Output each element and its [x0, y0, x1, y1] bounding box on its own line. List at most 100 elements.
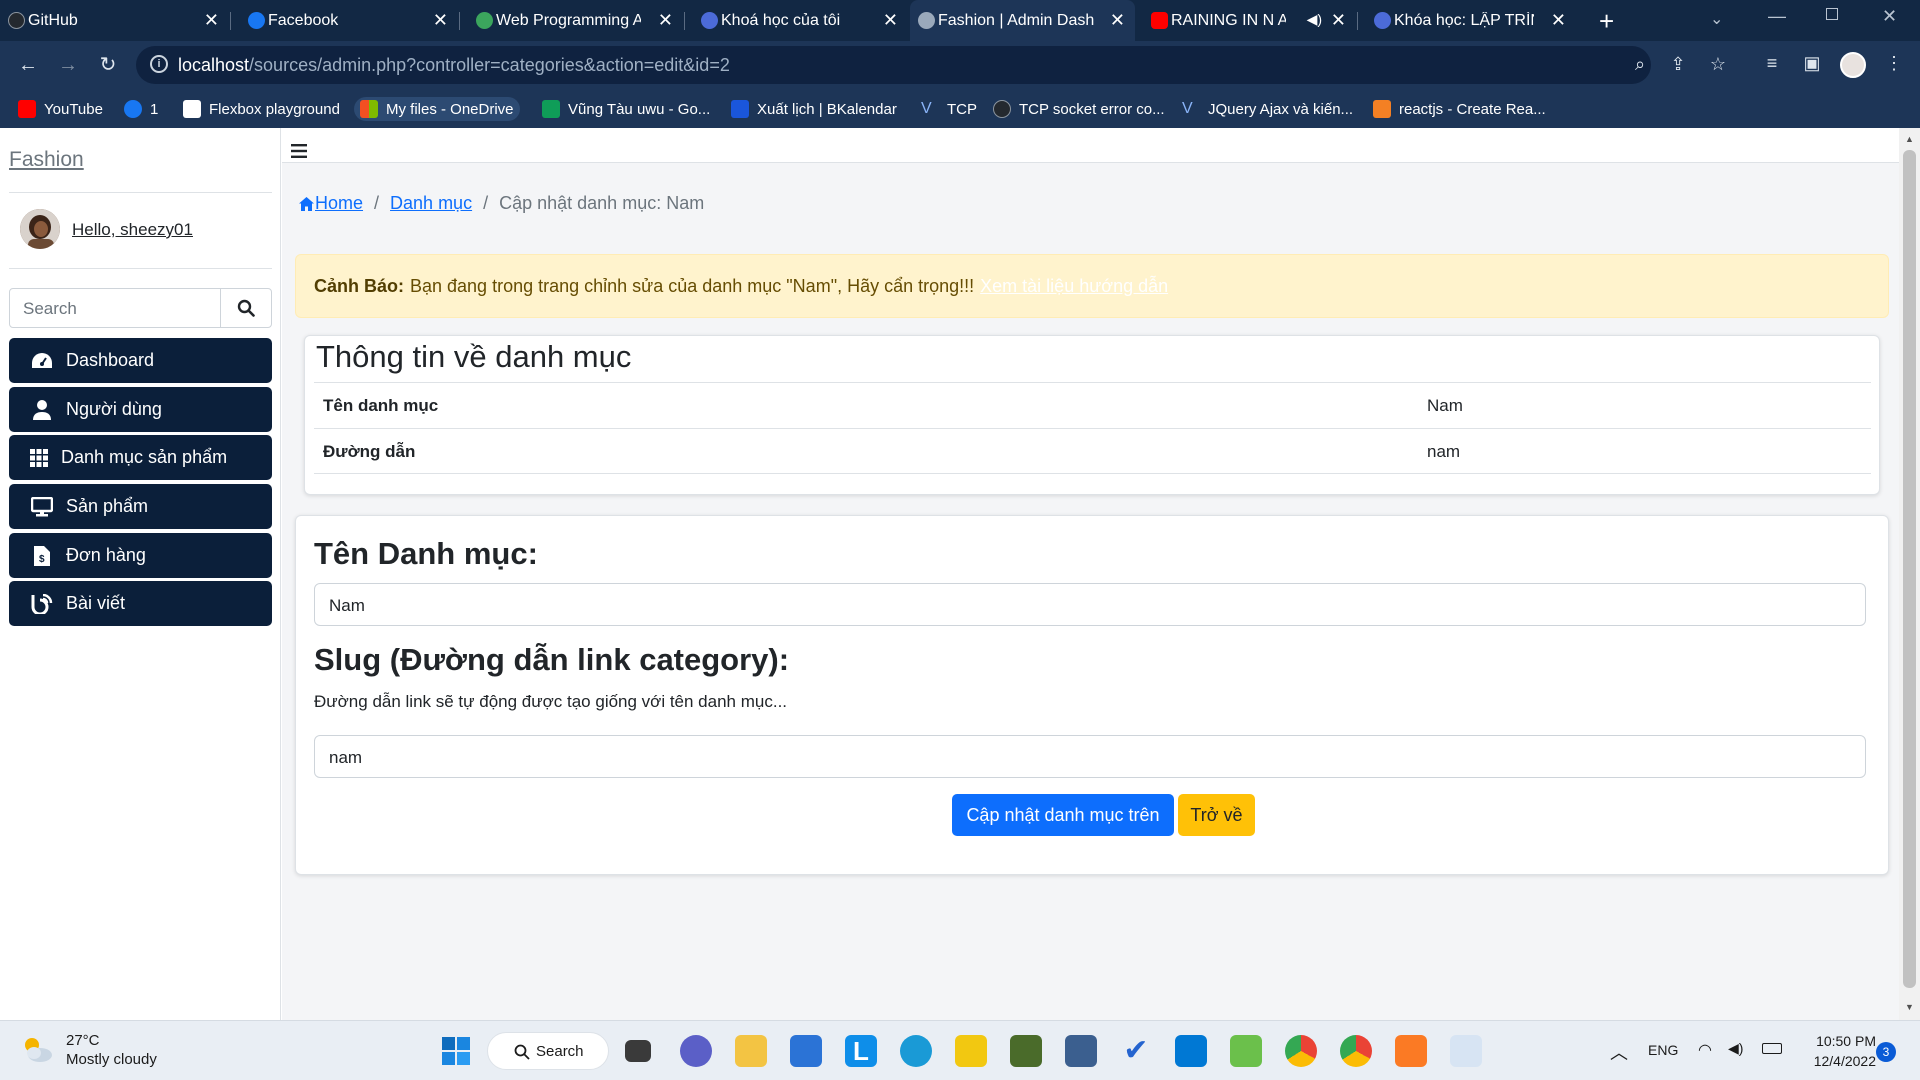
pen-tool-icon[interactable] [1010, 1035, 1042, 1067]
bookmark-tcp-socket[interactable]: TCP socket error co... [993, 97, 1165, 121]
bookmark-jquery[interactable]: V JQuery Ajax và kiến... [1182, 97, 1353, 121]
reload-icon[interactable]: ↻ [94, 51, 122, 79]
top-navbar [282, 128, 1899, 163]
network-tool-icon[interactable] [1065, 1035, 1097, 1067]
tab-khoa-hoc[interactable]: Khoá học của tôi ✕ [693, 0, 908, 41]
taskbar-search[interactable]: Search [487, 1032, 609, 1070]
close-icon[interactable]: ✕ [433, 10, 448, 31]
chevron-down-icon[interactable]: ⌄ [1710, 9, 1723, 29]
tab-web-programming[interactable]: Web Programming As ✕ [468, 0, 683, 41]
alert-prefix: Cảnh Báo: [314, 275, 404, 296]
start-icon[interactable] [440, 1035, 472, 1067]
maximize-icon[interactable] [1826, 8, 1838, 20]
bookmark-facebook[interactable]: 1 [124, 97, 158, 121]
category-name-input[interactable]: Nam [314, 583, 1866, 626]
cloud-sun-icon [25, 1038, 52, 1062]
edge-icon[interactable] [900, 1035, 932, 1067]
wifi-icon[interactable]: ◠ [1698, 1040, 1712, 1060]
minimize-icon[interactable]: — [1768, 6, 1786, 27]
sidebar-item-posts[interactable]: Bài viết [9, 581, 272, 626]
reading-list-icon[interactable]: ≡ [1760, 53, 1784, 77]
bookmark-youtube[interactable]: YouTube [18, 97, 103, 121]
update-category-button[interactable]: Cập nhật danh mục trên [952, 794, 1174, 836]
new-tab-icon[interactable]: + [1599, 6, 1614, 37]
xampp-icon[interactable] [1395, 1035, 1427, 1067]
sidebar-item-dashboard[interactable]: Dashboard [9, 338, 272, 383]
hamburger-menu-icon[interactable] [291, 144, 307, 158]
bookmark-onedrive[interactable]: My files - OneDrive [354, 97, 520, 121]
bookmark-tcp[interactable]: V TCP [921, 97, 977, 121]
search-button[interactable] [220, 289, 271, 327]
teams-chat-icon[interactable] [680, 1035, 712, 1067]
tab-title: Web Programming As [496, 11, 641, 29]
alert-docs-link[interactable]: Xem tài liệu hướng dẫn [980, 276, 1168, 297]
row-value: nam [1427, 442, 1461, 461]
sidebar-item-categories[interactable]: Danh mục sản phẩm [9, 435, 272, 480]
back-arrow-icon[interactable]: ← [14, 51, 42, 79]
jetbrains-icon[interactable] [1230, 1035, 1262, 1067]
forward-arrow-icon[interactable]: → [54, 51, 82, 79]
todo-check-icon[interactable]: ✔ [1120, 1035, 1152, 1067]
tab-fashion-admin[interactable]: Fashion | Admin Dash ✕ [910, 0, 1135, 41]
tab-github[interactable]: GitHub ✕ [0, 0, 229, 41]
breadcrumb-home[interactable]: Home [315, 193, 363, 214]
search-placeholder: Search [23, 299, 77, 318]
bookmark-vung-tau[interactable]: Vũng Tàu uwu - Go... [542, 97, 710, 121]
app-l-icon[interactable]: L [845, 1035, 877, 1067]
notification-badge[interactable]: 3 [1876, 1042, 1896, 1062]
close-icon[interactable]: ✕ [1551, 10, 1566, 31]
sidebar-item-products[interactable]: Sản phẩm [9, 484, 272, 529]
vscode-icon[interactable] [1175, 1035, 1207, 1067]
breadcrumb-categories[interactable]: Danh mục [390, 193, 472, 214]
search-input[interactable]: Search [9, 288, 272, 328]
address-bar[interactable]: i localhost/sources/admin.php?controller… [136, 46, 1726, 84]
close-icon[interactable]: ✕ [204, 10, 219, 31]
zoom-icon[interactable]: ⌕ [1629, 54, 1651, 76]
profile-avatar[interactable] [1840, 52, 1866, 78]
kebab-menu-icon[interactable]: ⋮ [1882, 53, 1906, 77]
battery-icon[interactable] [1762, 1043, 1782, 1054]
sidebar-item-orders[interactable]: $ Đơn hàng [9, 533, 272, 578]
scrollbar-thumb[interactable] [1903, 150, 1916, 988]
scroll-up-icon[interactable]: ▲ [1905, 134, 1914, 144]
close-icon[interactable]: ✕ [883, 10, 898, 31]
back-button[interactable]: Trở về [1178, 794, 1255, 836]
info-icon[interactable]: i [150, 55, 168, 73]
chevron-up-icon[interactable]: ︿ [1610, 1039, 1628, 1065]
sidebar-item-label: Đơn hàng [66, 545, 146, 565]
bookmark-reactjs[interactable]: reactjs - Create Rea... [1373, 97, 1546, 121]
side-panel-icon[interactable]: ▣ [1800, 53, 1824, 77]
scroll-down-icon[interactable]: ▼ [1905, 1002, 1914, 1012]
sidebar-item-users[interactable]: Người dùng [9, 387, 272, 432]
bookmark-bkalendar[interactable]: Xuất lịch | BKalendar [731, 97, 897, 121]
close-icon[interactable]: ✕ [1110, 10, 1125, 31]
star-icon[interactable]: ☆ [1707, 54, 1729, 76]
system-clock[interactable]: 10:50 PM 12/4/2022 [1806, 1031, 1876, 1071]
weather-condition: Mostly cloudy [66, 1051, 157, 1068]
weather-widget[interactable]: 27°C Mostly cloudy [20, 1031, 157, 1069]
bookmark-flexbox[interactable]: Flexbox playground [183, 97, 340, 121]
chrome-profile-icon[interactable] [1340, 1035, 1372, 1067]
share-icon[interactable]: ⇪ [1667, 54, 1689, 76]
speaker-icon[interactable]: ◀) [1307, 11, 1322, 28]
language-indicator[interactable]: ENG [1648, 1042, 1678, 1058]
tab-youtube-music[interactable]: RAINING IN N A ◀) ✕ [1143, 0, 1356, 41]
task-view-icon[interactable] [625, 1040, 651, 1062]
page-scrollbar[interactable]: ▲ ▼ [1899, 128, 1920, 1020]
tab-facebook[interactable]: Facebook ✕ [240, 0, 458, 41]
user-greeting[interactable]: Hello, sheezy01 [72, 220, 193, 240]
volume-icon[interactable]: ◀) [1728, 1040, 1743, 1057]
slug-input[interactable]: nam [314, 735, 1866, 778]
close-icon[interactable]: ✕ [1331, 10, 1346, 31]
url-text[interactable]: localhost/sources/admin.php?controller=c… [178, 55, 730, 76]
microsoft-store-icon[interactable] [790, 1035, 822, 1067]
power-bi-icon[interactable] [955, 1035, 987, 1067]
tab-khoa-hoc-lap-trinh[interactable]: Khóa học: LẬP TRÌNH ✕ [1366, 0, 1576, 41]
snipping-tool-icon[interactable] [1450, 1035, 1482, 1067]
close-icon[interactable]: ✕ [658, 10, 673, 31]
flexbox-icon [183, 100, 201, 118]
chrome-icon[interactable] [1285, 1035, 1317, 1067]
file-explorer-icon[interactable] [735, 1035, 767, 1067]
brand-link[interactable]: Fashion [9, 148, 84, 172]
window-close-icon[interactable]: ✕ [1882, 6, 1897, 27]
